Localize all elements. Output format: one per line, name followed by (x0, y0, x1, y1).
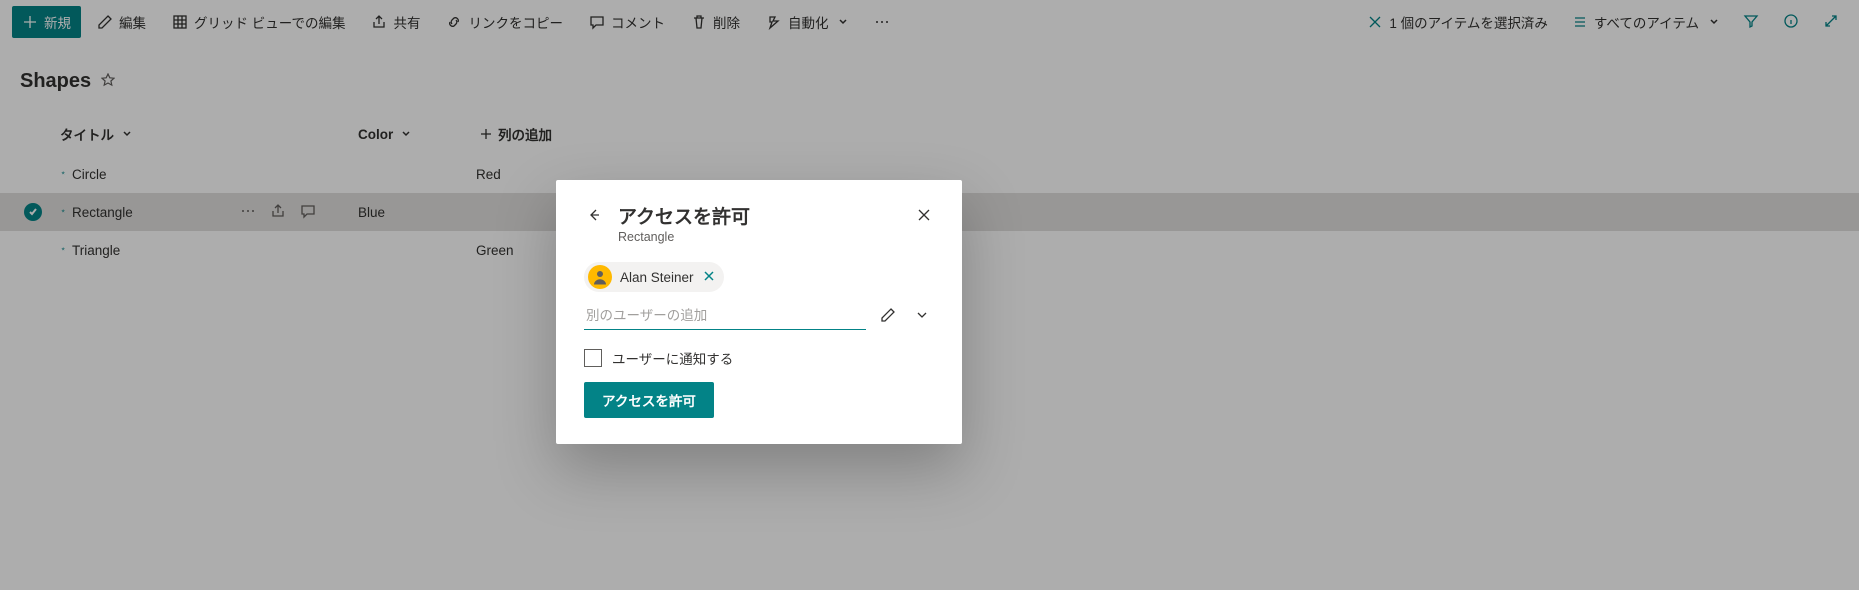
remove-person-button[interactable] (702, 270, 716, 284)
edit-permissions-button[interactable] (876, 303, 900, 330)
dialog-title: アクセスを許可 (618, 202, 900, 229)
notify-label: ユーザーに通知する (612, 348, 733, 368)
dialog-close-button[interactable] (914, 206, 934, 226)
grant-access-button[interactable]: アクセスを許可 (584, 382, 714, 418)
close-icon (917, 208, 931, 225)
x-icon (703, 270, 715, 285)
person-name: Alan Steiner (620, 270, 694, 285)
chevron-down-icon (914, 311, 930, 326)
pencil-icon (880, 311, 896, 326)
grant-access-button-label: アクセスを許可 (602, 394, 696, 409)
dialog-back-button[interactable] (584, 206, 604, 226)
dialog-subtitle: Rectangle (618, 230, 900, 244)
permissions-dropdown-button[interactable] (910, 303, 934, 330)
add-user-input[interactable] (584, 302, 866, 330)
person-chip: Alan Steiner (584, 262, 724, 292)
arrow-left-icon (586, 207, 602, 226)
checkbox-icon (584, 349, 602, 367)
grant-access-dialog: アクセスを許可 Rectangle Alan Steiner ユーザーに通知する… (556, 180, 962, 444)
notify-users-checkbox[interactable]: ユーザーに通知する (584, 348, 934, 368)
avatar (588, 265, 612, 289)
